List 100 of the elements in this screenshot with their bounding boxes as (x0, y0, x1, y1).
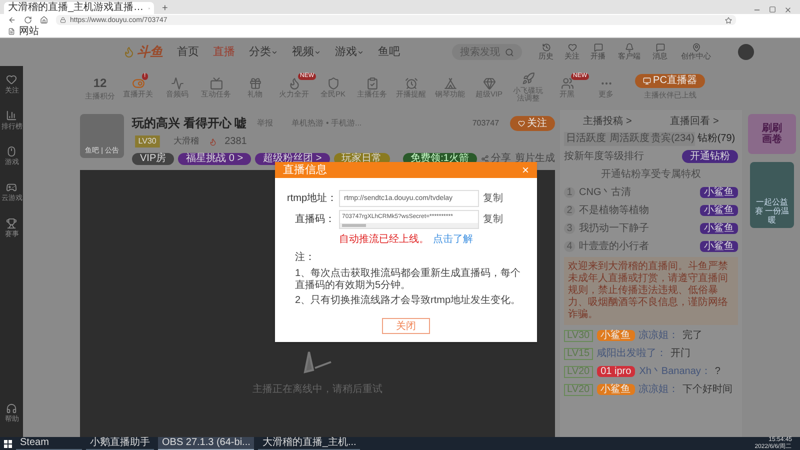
caret-icon (314, 48, 321, 56)
rank-hint: 开通钻粉享受专属特权 (600, 168, 702, 182)
fan-name[interactable]: 叶壹壹的小行者 (579, 239, 649, 254)
heart-icon (518, 120, 525, 126)
heat-count: 2381 (224, 135, 247, 149)
panel-tab[interactable]: 钻粉(79) (694, 132, 738, 146)
tool-icon (560, 76, 574, 90)
panel-link[interactable]: 直播回看 > (670, 114, 719, 129)
tool-icon (170, 76, 184, 90)
close-dialog-button[interactable]: 关闭 (382, 318, 430, 334)
tool-icon (210, 76, 222, 90)
chat-user[interactable]: 凉凉姐： (638, 328, 679, 343)
panel-tab[interactable]: 周活跃度 (608, 132, 651, 146)
note-text: 1、每次点击获取推流码都会重新生成直播码，每个直播码的有效期为5分钟。 (294, 268, 522, 292)
caret-icon (357, 48, 364, 56)
room-title: 玩的高兴 看得开心 嘘 (132, 115, 247, 132)
room-id: 703747 (472, 118, 499, 129)
panel-link[interactable]: 主播投稿 > (583, 114, 632, 129)
event-banner[interactable]: 刷刷画卷 (748, 114, 796, 154)
level-tag: LV15 (564, 348, 593, 360)
charity-card[interactable]: 一起公益赛 一份温暖 (750, 162, 794, 228)
monitor-icon (643, 76, 652, 84)
tool-icon (542, 42, 550, 52)
note-title: 注： (294, 250, 316, 265)
nav-link[interactable]: 直播 (213, 44, 235, 60)
new-tab-button[interactable]: + (158, 4, 172, 14)
taskbar-app[interactable]: 小鹅直播助手 (86, 437, 154, 450)
headset-icon (6, 403, 17, 414)
tool-icon (594, 42, 602, 52)
star-icon[interactable] (725, 16, 732, 24)
copy-link[interactable]: 复制 (483, 191, 503, 206)
close-button[interactable]: × (522, 164, 529, 176)
tool-icon (444, 76, 456, 90)
chat-text: 开门 (670, 346, 691, 361)
tool-icon (692, 42, 700, 52)
nav-link[interactable]: 鱼吧 (378, 44, 400, 60)
field-label: 直播码： (294, 212, 335, 227)
taskbar-app[interactable]: 大滑稽的直播_主机... (258, 437, 360, 450)
scrollbar-thumb[interactable] (342, 224, 366, 227)
rank-title: 按新年度等级排行 (564, 150, 644, 164)
bookmark-link[interactable]: 网站 (19, 26, 39, 36)
room-tag[interactable]: 福星挑战 0 > (178, 152, 252, 164)
nav-link[interactable]: 首页 (177, 44, 199, 60)
tool-icon (568, 42, 576, 52)
chat-text: 完了 (682, 328, 703, 343)
site-logo[interactable]: 斗鱼 (123, 42, 163, 62)
auto-push-note: 自动推流已经上线。 (339, 232, 429, 247)
level-tag: LV30 (564, 330, 593, 342)
taskbar-app[interactable]: Steam (16, 437, 82, 450)
offline-message: 主播正在离线中，请稍后重试 (252, 382, 382, 397)
nav-link[interactable]: 分类 (249, 44, 278, 60)
tool-icon (624, 42, 634, 52)
sidebar-icon (6, 74, 17, 85)
streamer-name[interactable]: 大滑稽 (172, 135, 198, 148)
broken-pen-drawing (302, 350, 332, 374)
reload-icon[interactable] (24, 16, 32, 24)
follow-button[interactable]: 关注 (510, 116, 555, 130)
close-icon[interactable] (784, 6, 792, 14)
maximize-icon[interactable] (769, 6, 776, 13)
sidebar-icon (6, 110, 17, 121)
browser-tab[interactable]: 大滑稽的直播_主机游戏直播… (4, 2, 154, 14)
lock-icon (60, 17, 66, 23)
nav-link[interactable]: 游戏 (335, 44, 364, 60)
home-icon[interactable] (40, 16, 48, 24)
search-icon[interactable] (505, 48, 514, 56)
flame-icon (208, 138, 217, 146)
panel-tab[interactable]: 日活跃度 (564, 132, 608, 146)
tab-title: 大滑稽的直播_主机游戏直播… (8, 3, 144, 13)
chat-user[interactable]: 咸阳出发啦了： (596, 346, 667, 361)
windows-logo-icon[interactable] (4, 440, 12, 448)
fan-badge: 01 ipro (596, 366, 636, 377)
sidebar-icon (6, 182, 17, 193)
share-link[interactable]: 分享 (481, 151, 511, 166)
tool-icon (248, 76, 262, 90)
back-icon[interactable] (8, 16, 16, 24)
score-value: 12 (93, 75, 107, 92)
pc-streamer-button[interactable]: PC直播器 (635, 74, 705, 88)
copy-link[interactable]: 复制 (483, 212, 503, 227)
fan-badge: 小鲨鱼 (700, 205, 738, 216)
learn-more-link[interactable]: 点击了解 (433, 232, 473, 247)
tool-icon (132, 76, 144, 90)
panel-tab[interactable]: 贵宾(234) (651, 132, 694, 146)
nav-link[interactable]: 视频 (292, 44, 321, 60)
level-tag: LV20 (564, 384, 593, 396)
chat-user[interactable]: 凉凉姐： (638, 382, 679, 397)
tool-icon (288, 76, 300, 90)
fan-name[interactable]: CNG丶古清 (579, 185, 632, 200)
share-icon (481, 154, 489, 162)
chat-user[interactable]: Xh丶Bananay： (639, 364, 711, 379)
tool-icon (656, 42, 664, 52)
taskbar-app[interactable]: OBS 27.1.3 (64-bi... (158, 437, 254, 450)
room-tag[interactable]: VIP房 (132, 152, 174, 164)
fan-name[interactable]: 我扔动一下静子 (579, 221, 649, 236)
level-badge: LV30 (135, 136, 160, 148)
open-fan-button[interactable]: 开通钻粉 (682, 150, 738, 163)
fan-name[interactable]: 不是植物等植物 (579, 203, 649, 218)
user-avatar[interactable] (738, 44, 754, 60)
note-text: 2、只有切换推流线路才会导致rtmp地址发生变化。 (294, 295, 522, 307)
fan-badge: 小鲨鱼 (700, 187, 738, 198)
clip-link[interactable]: 剪片生成 (515, 151, 555, 166)
